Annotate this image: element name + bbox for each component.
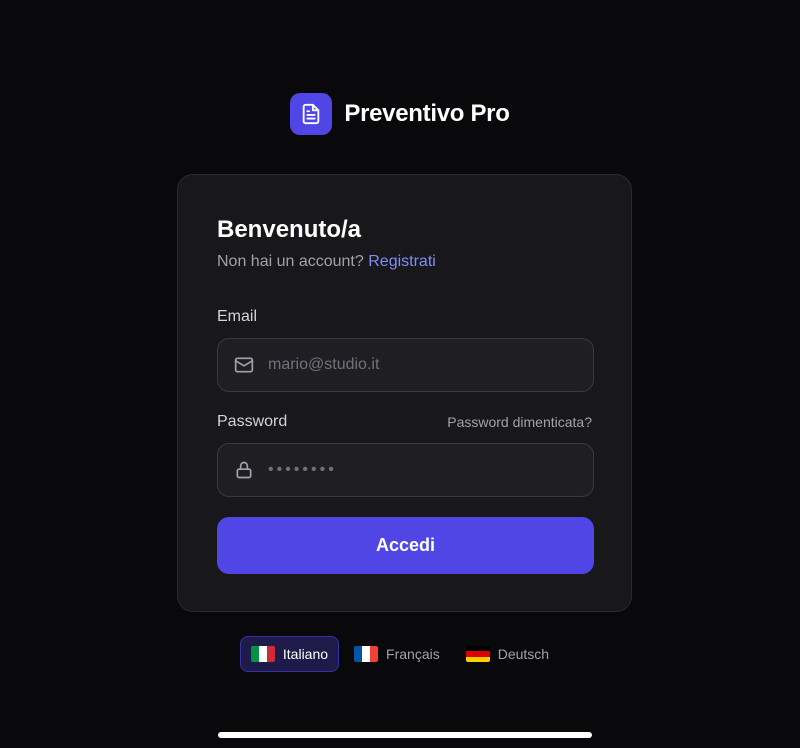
lang-option-italiano[interactable]: Italiano xyxy=(239,636,340,672)
email-input[interactable] xyxy=(268,356,577,374)
brand-name: Preventivo Pro xyxy=(344,100,510,127)
page-title: Benvenuto/a xyxy=(217,216,362,243)
lock-icon xyxy=(236,461,252,479)
email-label: Email xyxy=(217,308,258,325)
flag-france-icon xyxy=(354,646,379,662)
signup-prompt-text: Non hai un account? xyxy=(217,253,364,270)
lang-option-deutsch[interactable]: Deutsch xyxy=(455,636,560,672)
login-card: Benvenuto/a Non hai un account? Registra… xyxy=(177,174,632,612)
login-button[interactable]: Accedi xyxy=(217,517,594,574)
password-input[interactable] xyxy=(268,461,577,479)
mail-icon xyxy=(234,357,254,373)
brand-header: Preventivo Pro xyxy=(0,93,800,135)
flag-italy-icon xyxy=(250,646,275,662)
password-label: Password xyxy=(217,413,288,430)
brand-logo xyxy=(290,93,333,135)
password-field-wrapper[interactable] xyxy=(217,443,594,497)
home-indicator[interactable] xyxy=(218,732,592,738)
lang-label: Deutsch xyxy=(497,646,550,662)
language-switcher: Italiano Français Deutsch xyxy=(0,636,800,672)
login-screen: Preventivo Pro Benvenuto/a Non hai un ac… xyxy=(0,0,800,748)
document-icon xyxy=(303,103,320,125)
password-label-row: Password Password dimenticata? xyxy=(217,412,592,432)
flag-germany-icon xyxy=(465,646,490,662)
register-link[interactable]: Registrati xyxy=(368,253,436,270)
email-field-wrapper[interactable] xyxy=(217,338,594,392)
signup-prompt: Non hai un account? Registrati xyxy=(217,251,592,273)
forgot-password-link[interactable]: Password dimenticata? xyxy=(447,414,592,430)
lang-label: Italiano xyxy=(282,646,329,662)
lang-option-francais[interactable]: Français xyxy=(343,636,451,672)
lang-label: Français xyxy=(386,646,440,662)
